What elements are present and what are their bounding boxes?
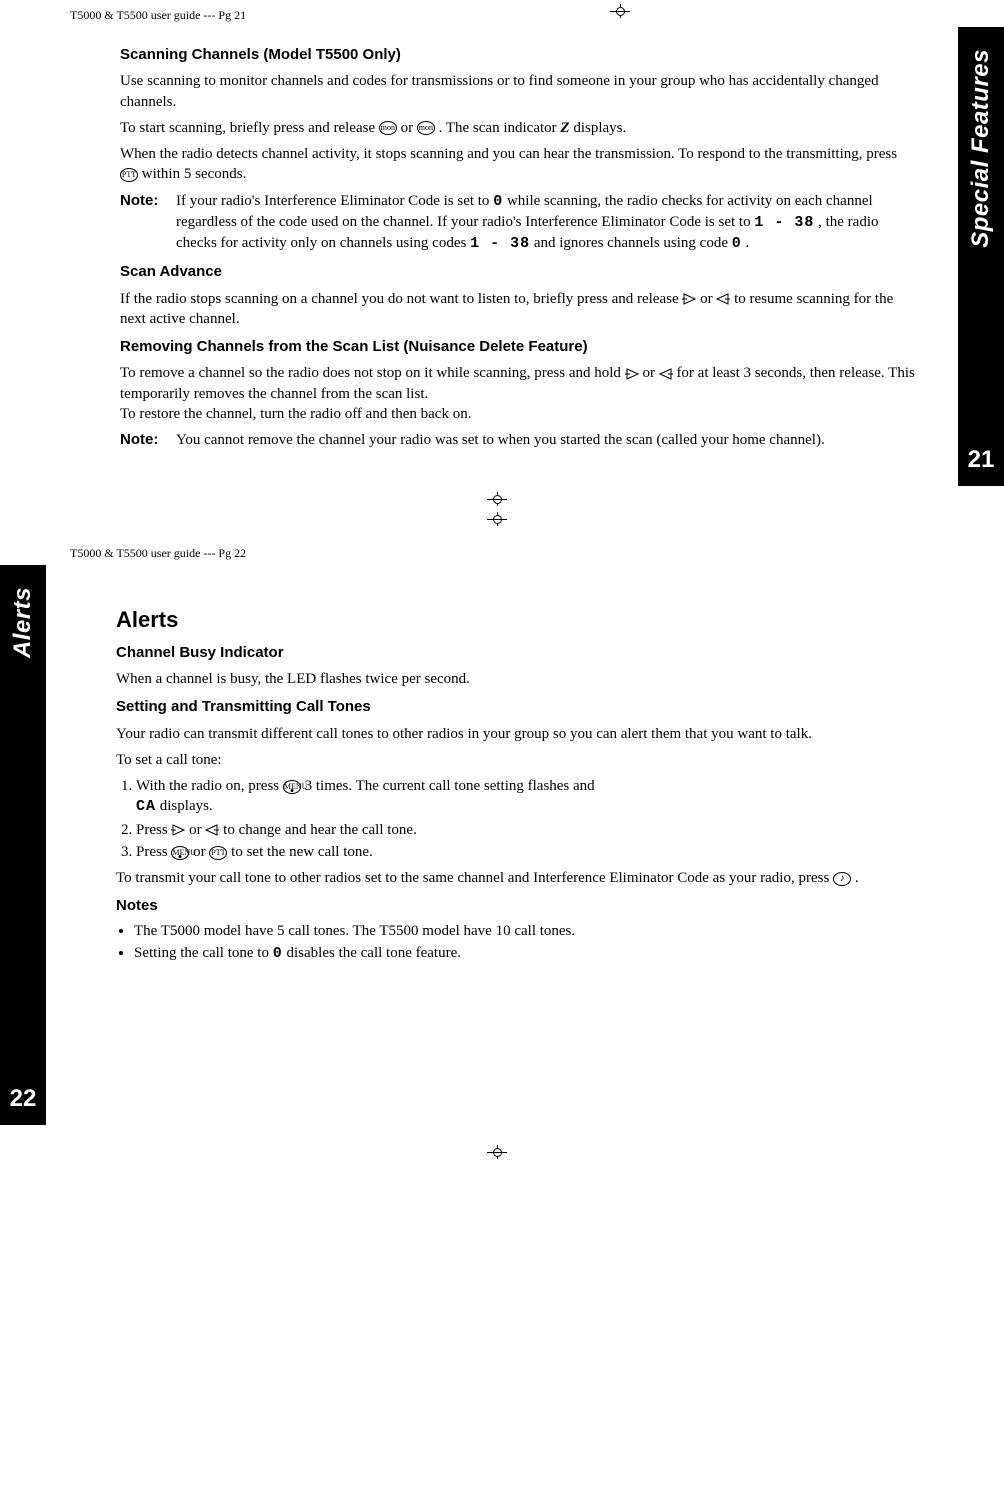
plus-right-icon xyxy=(625,368,639,380)
menu-button-icon: MENU xyxy=(171,846,189,860)
page-22-content: Alerts Channel Busy Indicator When a cha… xyxy=(46,565,1004,1125)
text: or xyxy=(642,365,658,381)
note-bullet-2: Setting the call tone to 0 disables the … xyxy=(134,943,904,964)
text: Press xyxy=(136,844,171,860)
text: or xyxy=(189,822,205,838)
text: displays. xyxy=(160,798,213,814)
plus-right-icon xyxy=(682,293,696,305)
page-21-body: Scanning Channels (Model T5500 Only) Use… xyxy=(0,27,1004,486)
page-header-22: T5000 & T5500 user guide --- Pg 22 xyxy=(0,538,246,565)
text: . The scan indicator xyxy=(439,120,561,136)
text: If the radio stops scanning on a channel… xyxy=(120,291,682,307)
text: To remove a channel so the radio does no… xyxy=(120,365,625,381)
zero-display: 0 xyxy=(273,945,283,962)
code-0: 0 xyxy=(493,193,503,210)
side-tab-21: Special Features 21 xyxy=(958,27,1004,486)
page-22: T5000 & T5500 user guide --- Pg 22 Alert… xyxy=(0,512,1004,1165)
text: To transmit your call tone to other radi… xyxy=(116,870,833,886)
crop-mark-icon xyxy=(487,1145,517,1159)
crop-mark-icon xyxy=(610,4,640,18)
note-bullet-1: The T5000 model have 5 call tones. The T… xyxy=(134,921,904,941)
crop-mark-icon xyxy=(487,512,517,526)
note-text: You cannot remove the channel your radio… xyxy=(176,430,918,450)
step-1: With the radio on, press MENU 3 times. T… xyxy=(136,776,904,818)
code-range-2: 1 - 38 xyxy=(470,235,530,252)
text: displays. xyxy=(573,120,626,136)
ptt-button-icon: PTT xyxy=(120,168,138,182)
step-3: Press MENU or PTT to set the new call to… xyxy=(136,842,904,862)
para-remove: To remove a channel so the radio does no… xyxy=(120,363,918,424)
heading-notes: Notes xyxy=(116,896,904,916)
minus-left-icon xyxy=(716,293,730,305)
step-2: Press or to change and hear the call ton… xyxy=(136,820,904,840)
page-21: T5000 & T5500 user guide --- Pg 21 Scann… xyxy=(0,0,1004,512)
tab-page-21: 21 xyxy=(968,446,995,474)
call-tone-steps: With the radio on, press MENU 3 times. T… xyxy=(116,776,904,862)
text: Setting the call tone to xyxy=(134,945,273,961)
scan-indicator-icon: Z xyxy=(560,121,569,136)
ca-display: CA xyxy=(136,798,156,815)
text: With the radio on, press xyxy=(136,778,283,794)
note-2: Note: You cannot remove the channel your… xyxy=(120,430,918,450)
para-start-scan: To start scanning, briefly press and rel… xyxy=(120,118,918,138)
heading-alerts: Alerts xyxy=(116,605,904,635)
call-tone-button-icon: ♪ xyxy=(833,872,851,886)
page-header-21: T5000 & T5500 user guide --- Pg 21 xyxy=(0,0,246,27)
code-0b: 0 xyxy=(732,235,742,252)
text: or xyxy=(700,291,716,307)
code-range: 1 - 38 xyxy=(754,214,814,231)
para-detect: When the radio detects channel activity,… xyxy=(120,144,918,185)
para-channel-busy: When a channel is busy, the LED flashes … xyxy=(116,669,904,689)
para-scan-advance: If the radio stops scanning on a channel… xyxy=(120,289,918,330)
note-label: Note: xyxy=(120,191,176,255)
tab-page-22: 22 xyxy=(10,1085,37,1113)
para-call-intro: Your radio can transmit different call t… xyxy=(116,724,904,744)
text: Press xyxy=(136,822,171,838)
heading-setting-call-tones: Setting and Transmitting Call Tones xyxy=(116,697,904,717)
notes-list: The T5000 model have 5 call tones. The T… xyxy=(134,921,904,965)
text: . xyxy=(746,235,750,251)
page-22-body: Alerts 22 Alerts Channel Busy Indicator … xyxy=(0,565,1004,1125)
text: 3 times. The current call tone setting f… xyxy=(305,778,595,794)
tab-label-special-features: Special Features xyxy=(967,49,995,248)
heading-removing-channels: Removing Channels from the Scan List (Nu… xyxy=(120,337,918,357)
text: disables the call tone feature. xyxy=(287,945,462,961)
tab-label-alerts: Alerts xyxy=(9,587,37,658)
minus-left-icon xyxy=(659,368,673,380)
text: . xyxy=(855,870,859,886)
plus-right-icon xyxy=(171,824,185,836)
text: When the radio detects channel activity,… xyxy=(120,146,897,162)
note-1: Note: If your radio's Interference Elimi… xyxy=(120,191,918,255)
heading-scanning-channels: Scanning Channels (Model T5500 Only) xyxy=(120,45,918,65)
minus-left-icon xyxy=(205,824,219,836)
mon-arc-button-icon: mon xyxy=(417,121,435,135)
text: To restore the channel, turn the radio o… xyxy=(120,406,471,422)
ptt-button-icon: PTT xyxy=(209,846,227,860)
para-scan-intro: Use scanning to monitor channels and cod… xyxy=(120,71,918,112)
heading-scan-advance: Scan Advance xyxy=(120,262,918,282)
text: If your radio's Interference Eliminator … xyxy=(176,193,493,209)
side-tab-22: Alerts 22 xyxy=(0,565,46,1125)
page-21-content: Scanning Channels (Model T5500 Only) Use… xyxy=(0,27,958,486)
crop-mark-icon xyxy=(487,492,517,506)
text: To start scanning, briefly press and rel… xyxy=(120,120,379,136)
menu-button-icon: MENU xyxy=(283,780,301,794)
text: to change and hear the call tone. xyxy=(223,822,417,838)
mon-button-icon: mon xyxy=(379,121,397,135)
para-transmit: To transmit your call tone to other radi… xyxy=(116,868,904,888)
para-to-set: To set a call tone: xyxy=(116,750,904,770)
text: or xyxy=(401,120,417,136)
heading-channel-busy: Channel Busy Indicator xyxy=(116,643,904,663)
text: and ignores channels using code xyxy=(534,235,732,251)
note-text: If your radio's Interference Eliminator … xyxy=(176,191,918,255)
text: within 5 seconds. xyxy=(142,166,247,182)
note-label: Note: xyxy=(120,430,176,450)
text: to set the new call tone. xyxy=(231,844,373,860)
